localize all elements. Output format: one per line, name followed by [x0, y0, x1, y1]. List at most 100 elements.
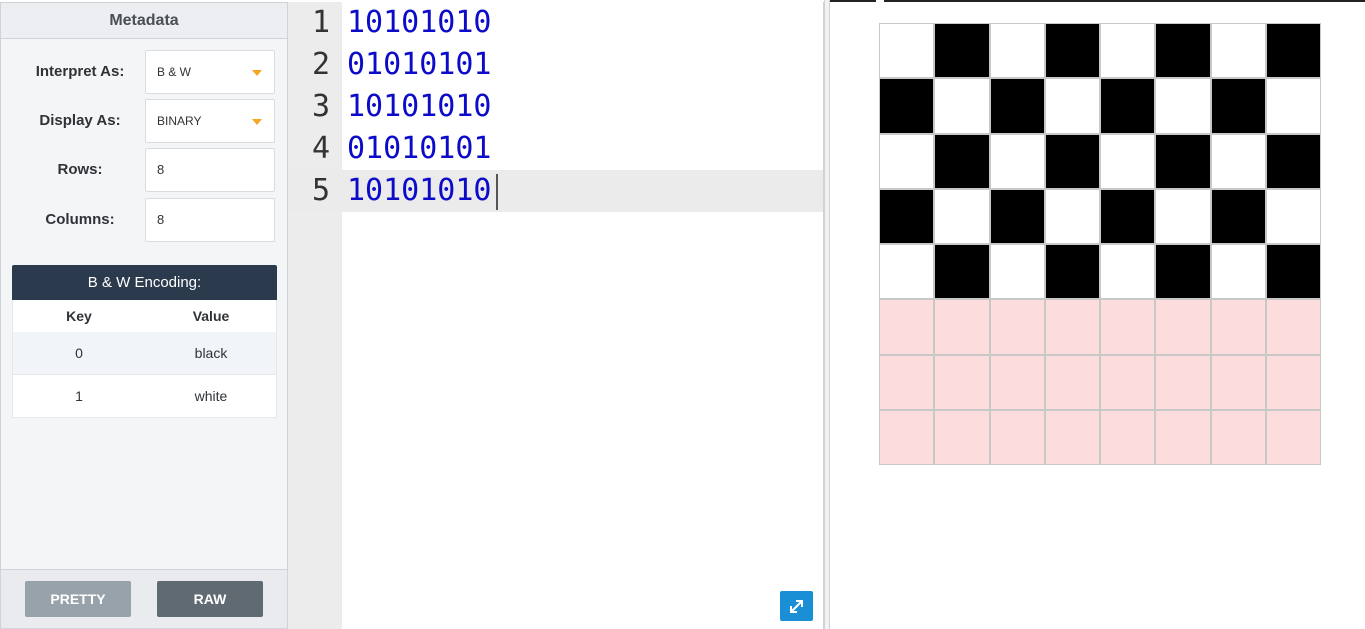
text-cursor — [496, 174, 498, 210]
pixel-cell — [1045, 245, 1099, 299]
pixel-cell — [1156, 300, 1210, 354]
pixel-cell — [1266, 79, 1320, 133]
pixel-cell — [1101, 134, 1155, 188]
panel-divider[interactable] — [824, 0, 830, 629]
editor-line[interactable]: 5 10101010 — [288, 170, 823, 212]
display-as-label: Display As: — [39, 112, 121, 129]
pixel-cell — [880, 300, 934, 354]
table-row: 1 white — [12, 375, 277, 418]
chevron-down-icon — [252, 70, 262, 76]
pixel-cell — [1211, 245, 1265, 299]
pixel-cell — [935, 410, 989, 464]
columns-row: Columns: 8 — [1, 198, 289, 242]
pixel-cell — [935, 245, 989, 299]
pixel-cell — [990, 410, 1044, 464]
pixel-cell — [880, 79, 934, 133]
app-window: Metadata Interpret As: B & W Display As:… — [0, 0, 1365, 629]
line-number: 4 — [311, 131, 330, 166]
pretty-button[interactable]: PRETTY — [25, 581, 131, 617]
pixel-cell — [1266, 245, 1320, 299]
pixel-cell — [1266, 24, 1320, 78]
pixel-cell — [990, 355, 1044, 409]
columns-input[interactable]: 8 — [145, 198, 275, 242]
line-number: 5 — [311, 173, 330, 208]
pixel-cell — [1211, 189, 1265, 243]
pixel-cell — [1211, 79, 1265, 133]
raw-button[interactable]: RAW — [157, 581, 263, 617]
pixel-cell — [1156, 245, 1210, 299]
value-column-header: Value — [192, 308, 230, 324]
pixel-grid — [879, 23, 1321, 465]
pixel-cell — [1156, 355, 1210, 409]
top-edge-bar — [830, 0, 1365, 2]
pixel-cell — [1045, 300, 1099, 354]
line-code: 01010101 — [347, 47, 492, 82]
pixel-cell — [880, 245, 934, 299]
editor-line[interactable]: 3 10101010 — [288, 86, 823, 128]
pixel-cell — [880, 134, 934, 188]
pixel-cell — [1266, 355, 1320, 409]
pixel-cell — [1045, 355, 1099, 409]
chevron-down-icon — [252, 119, 262, 125]
line-number: 1 — [311, 5, 330, 40]
rows-value: 8 — [157, 162, 165, 177]
pixel-cell — [1266, 300, 1320, 354]
key-column-header: Key — [66, 308, 92, 324]
interpret-as-select[interactable]: B & W — [145, 50, 275, 94]
rows-row: Rows: 8 — [1, 148, 289, 192]
pixel-cell — [1156, 79, 1210, 133]
pixel-cell — [1101, 24, 1155, 78]
pixel-cell — [1101, 300, 1155, 354]
pixel-cell — [990, 79, 1044, 133]
encoding-key: 0 — [75, 345, 83, 361]
encoding-value: white — [194, 388, 228, 404]
pixel-cell — [935, 189, 989, 243]
line-code: 10101010 — [347, 89, 492, 124]
editor-line[interactable]: 1 10101010 — [288, 2, 823, 44]
pixel-cell — [935, 134, 989, 188]
editor-line[interactable]: 4 01010101 — [288, 128, 823, 170]
display-as-select[interactable]: BINARY — [145, 99, 275, 143]
columns-value: 8 — [157, 212, 165, 227]
encoding-table: B & W Encoding: Key Value 0 black 1 whit… — [12, 265, 277, 418]
metadata-panel: Metadata Interpret As: B & W Display As:… — [0, 2, 288, 629]
pixel-cell — [1045, 134, 1099, 188]
rows-label: Rows: — [57, 161, 103, 178]
expand-button[interactable] — [780, 591, 813, 621]
pixel-cell — [1211, 355, 1265, 409]
pixel-cell — [1101, 79, 1155, 133]
code-editor[interactable]: 1 10101010 2 01010101 3 10101010 4 01010101 5 101… — [288, 2, 905, 629]
editor-line[interactable]: 2 01010101 — [288, 44, 823, 86]
pixel-cell — [1156, 134, 1210, 188]
pixel-cell — [1211, 410, 1265, 464]
top-edge-gap — [876, 0, 884, 2]
pixel-cell — [1101, 410, 1155, 464]
encoding-value: black — [194, 345, 228, 361]
pixel-cell — [990, 189, 1044, 243]
table-row: 0 black — [12, 332, 277, 375]
pixel-cell — [1156, 410, 1210, 464]
encoding-header-row: Key Value — [12, 300, 277, 332]
columns-label: Columns: — [45, 211, 115, 228]
pixel-cell — [990, 245, 1044, 299]
pixel-cell — [990, 300, 1044, 354]
display-as-row: Display As: BINARY — [1, 99, 289, 143]
display-as-value: BINARY — [157, 114, 202, 128]
pixel-cell — [935, 24, 989, 78]
pixel-cell — [1045, 410, 1099, 464]
pixel-cell — [1266, 189, 1320, 243]
metadata-title: Metadata — [1, 3, 287, 39]
pixel-cell — [1266, 410, 1320, 464]
view-mode-footer: PRETTY RAW — [1, 569, 287, 628]
pixel-cell — [1101, 245, 1155, 299]
pixel-cell — [990, 24, 1044, 78]
pixel-cell — [1101, 189, 1155, 243]
pixel-cell — [1045, 189, 1099, 243]
pixel-cell — [1045, 24, 1099, 78]
pixel-cell — [1211, 300, 1265, 354]
pixel-cell — [1045, 79, 1099, 133]
pixel-cell — [880, 24, 934, 78]
rows-input[interactable]: 8 — [145, 148, 275, 192]
encoding-key: 1 — [75, 388, 83, 404]
interpret-as-value: B & W — [157, 65, 192, 79]
